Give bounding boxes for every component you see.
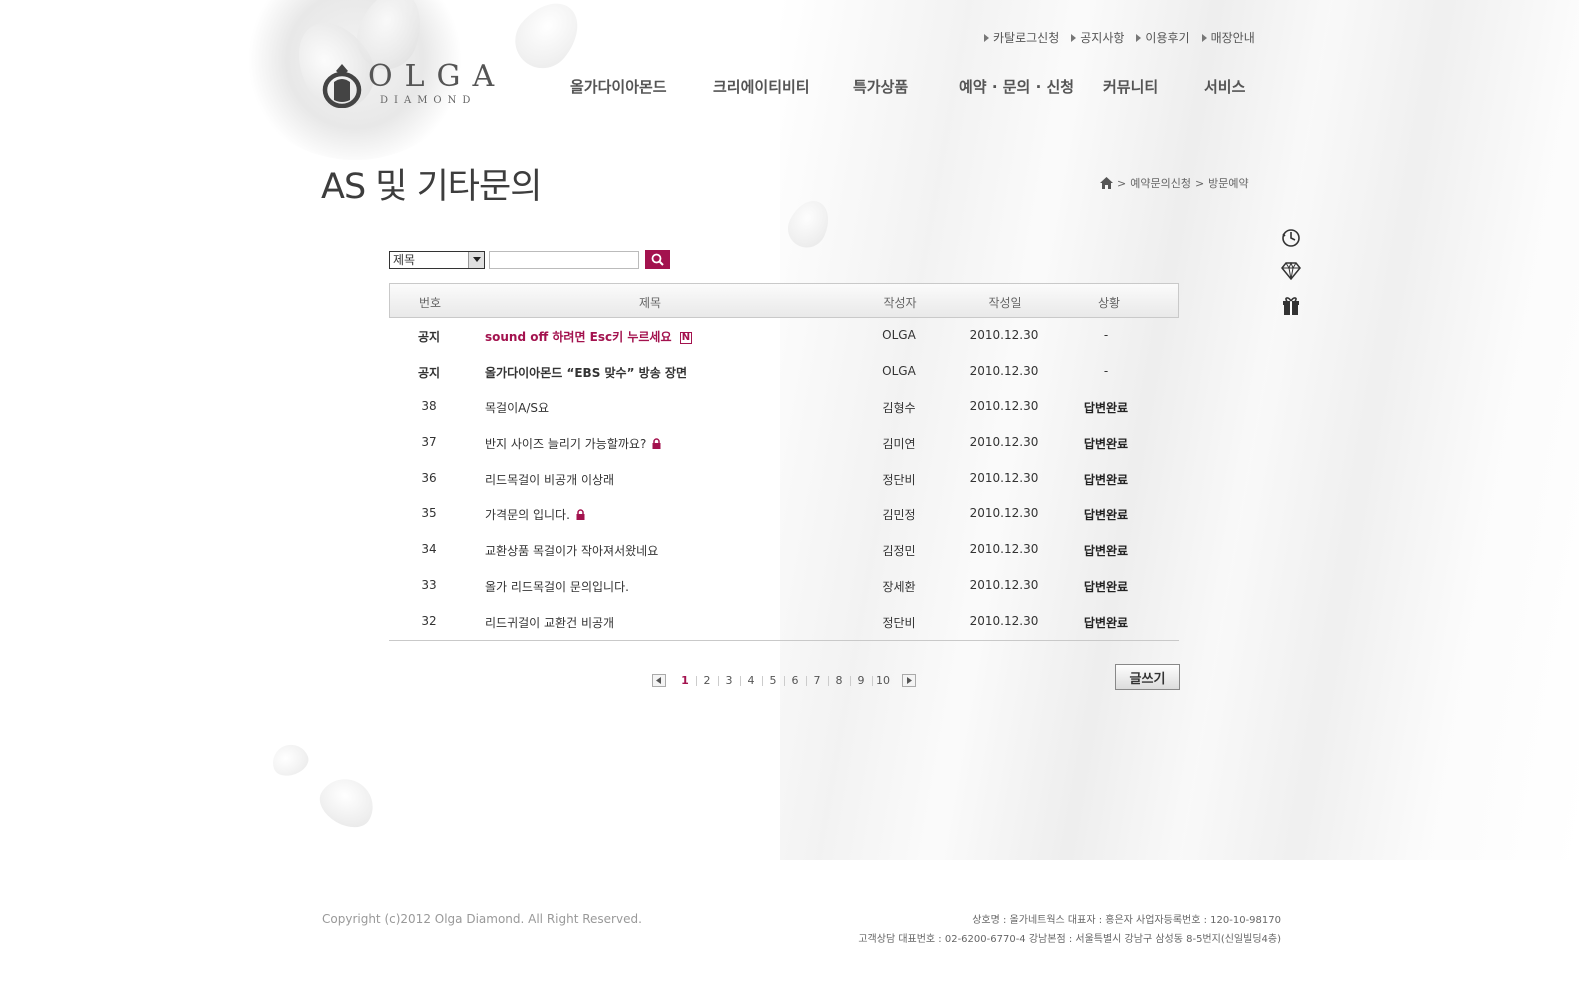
header-title: 제목 (638, 296, 662, 310)
search-button[interactable] (645, 250, 670, 269)
diamond-icon[interactable] (1281, 261, 1301, 282)
contact-info: 고객상담 대표번호 : 02-6200-6770-4 강남본점 : 서울특별시 … (858, 934, 1281, 945)
search-bar: 제목 (389, 250, 670, 269)
page-link[interactable]: 2 (696, 674, 718, 687)
breadcrumb-item-current[interactable]: 방문예약 (1208, 175, 1248, 191)
petal-decoration (312, 769, 383, 836)
post-title-link[interactable]: 리드목걸이 비공개 이상래 (485, 471, 614, 488)
nav-item-reservation[interactable]: 예약 · 문의 · 신청 (959, 76, 1074, 97)
page-title: AS 및 기타문의 (321, 167, 542, 207)
page-link[interactable]: 4 (740, 674, 762, 687)
table-row[interactable]: 32 리드귀걸이 교환건 비공개 정단비 2010.12.30 답변완료 (389, 604, 1179, 640)
triangle-right-icon (1071, 33, 1077, 42)
gift-icon[interactable] (1281, 296, 1301, 316)
nav-item-special-products[interactable]: 특가상품 (853, 76, 908, 97)
status-badge: 답변완료 (1083, 401, 1129, 416)
util-link-catalog[interactable]: 카탈로그신청 (984, 29, 1059, 46)
logo[interactable]: OLGA DIAMOND (322, 62, 506, 108)
chevron-down-icon[interactable] (468, 251, 484, 268)
triangle-right-icon (984, 33, 989, 42)
post-title-link[interactable]: 올가 리드목걸이 문의입니다. (485, 578, 629, 595)
next-page-button[interactable] (902, 674, 916, 687)
table-header: 번호 제목 작성자 작성일 상황 (389, 283, 1179, 318)
nav-item-olgadiamond[interactable]: 올가다이아몬드 (570, 76, 667, 97)
page-link[interactable]: 6 (784, 674, 806, 687)
triangle-right-icon (1201, 33, 1207, 42)
quick-menu (1281, 228, 1301, 316)
page-link[interactable]: 9 (850, 674, 872, 687)
header-status: 상황 (1097, 296, 1121, 310)
prev-page-button[interactable] (652, 674, 666, 687)
post-title-link[interactable]: 목걸이A/S요 (485, 399, 549, 416)
chevron-right-icon (907, 677, 912, 684)
post-title-link[interactable]: 교환상품 목걸이가 작아져서왔네요 (485, 542, 658, 559)
nav-item-service[interactable]: 서비스 (1204, 76, 1245, 97)
lock-icon (652, 438, 661, 450)
status-badge: 답변완료 (1083, 472, 1129, 487)
post-title-link[interactable]: sound off 하려면 Esc키 누르세요 N (485, 328, 693, 345)
page-link[interactable]: 8 (828, 674, 850, 687)
header-date: 작성일 (988, 296, 1022, 310)
home-icon[interactable] (1100, 177, 1113, 189)
nav-item-community[interactable]: 커뮤니티 (1103, 76, 1158, 97)
new-badge: N (679, 332, 693, 344)
status-badge: 답변완료 (1083, 544, 1129, 559)
util-link-notice[interactable]: 공지사항 (1071, 29, 1124, 46)
breadcrumb: > 예약문의신청 > 방문예약 (1100, 175, 1249, 191)
logo-ring-icon (322, 64, 362, 108)
post-title-link[interactable]: 리드귀걸이 교환건 비공개 (485, 614, 614, 631)
triangle-right-icon (1136, 33, 1142, 42)
chevron-left-icon (656, 677, 661, 684)
petal-decoration (267, 739, 313, 781)
breadcrumb-item[interactable]: 예약문의신청 (1130, 175, 1191, 191)
logo-sub: DIAMOND (380, 95, 477, 106)
board-table: 번호 제목 작성자 작성일 상황 공지 sound off 하려면 Esc키 누… (389, 283, 1179, 642)
post-title-link[interactable]: 가격문의 입니다. (485, 506, 585, 523)
clock-icon[interactable] (1281, 228, 1301, 248)
write-button[interactable]: 글쓰기 (1115, 664, 1180, 690)
post-title-link[interactable]: 올가다이아몬드 “EBS 맞수” 방송 장면 (485, 364, 687, 381)
copyright: Copyright (c)2012 Olga Diamond. All Righ… (322, 912, 642, 926)
post-title-link[interactable]: 반지 사이즈 늘리기 가능할까요? (485, 435, 661, 452)
nav-item-creativity[interactable]: 크리에이티비티 (713, 76, 810, 97)
table-row[interactable]: 35 가격문의 입니다. 김민정 2010.12.30 답변완료 (389, 496, 1179, 532)
status-badge: 답변완료 (1083, 437, 1129, 452)
page-link-current[interactable]: 1 (674, 674, 696, 687)
table-row[interactable]: 36 리드목걸이 비공개 이상래 정단비 2010.12.30 답변완료 (389, 461, 1179, 497)
table-bottom-divider (389, 640, 1179, 642)
header-num: 번호 (418, 296, 442, 310)
search-icon (651, 253, 664, 266)
status-badge: 답변완료 (1083, 615, 1129, 630)
table-row[interactable]: 공지 sound off 하려면 Esc키 누르세요 N OLGA 2010.1… (389, 318, 1179, 354)
page-link[interactable]: 3 (718, 674, 740, 687)
search-input[interactable] (489, 250, 639, 269)
petal-decoration (503, 0, 592, 80)
header-writer: 작성자 (883, 296, 917, 310)
logo-name: OLGA (368, 59, 507, 94)
utility-nav: 카탈로그신청 공지사항 이용후기 매장안내 (984, 29, 1255, 46)
table-row[interactable]: 37 반지 사이즈 늘리기 가능할까요? 김미연 2010.12.30 답변완료 (389, 425, 1179, 461)
table-row[interactable]: 34 교환상품 목걸이가 작아져서왔네요 김정민 2010.12.30 답변완료 (389, 532, 1179, 568)
util-link-stores[interactable]: 매장안내 (1201, 29, 1255, 46)
status-badge: 답변완료 (1083, 579, 1129, 594)
page-link[interactable]: 7 (806, 674, 828, 687)
search-field-select[interactable]: 제목 (389, 250, 485, 269)
table-row[interactable]: 38 목걸이A/S요 김형수 2010.12.30 답변완료 (389, 389, 1179, 425)
util-link-reviews[interactable]: 이용후기 (1136, 29, 1190, 46)
lock-icon (576, 509, 585, 521)
table-row[interactable]: 공지 올가다이아몬드 “EBS 맞수” 방송 장면 OLGA 2010.12.3… (389, 354, 1179, 390)
pagination: 1 2 3 4 5 6 7 8 9 10 (652, 674, 916, 687)
table-row[interactable]: 33 올가 리드목걸이 문의입니다. 장세환 2010.12.30 답변완료 (389, 568, 1179, 604)
company-info: 상호명 : 올가네트웍스 대표자 : 홍은자 사업자등록번호 : 120-10-… (972, 915, 1281, 926)
page-link[interactable]: 5 (762, 674, 784, 687)
main-nav: 올가다이아몬드 크리에이티비티 특가상품 예약 · 문의 · 신청 커뮤니티 서… (570, 76, 1250, 96)
status-badge: 답변완료 (1083, 508, 1129, 523)
page-link[interactable]: 10 (872, 674, 894, 687)
petal-decoration (781, 194, 837, 254)
